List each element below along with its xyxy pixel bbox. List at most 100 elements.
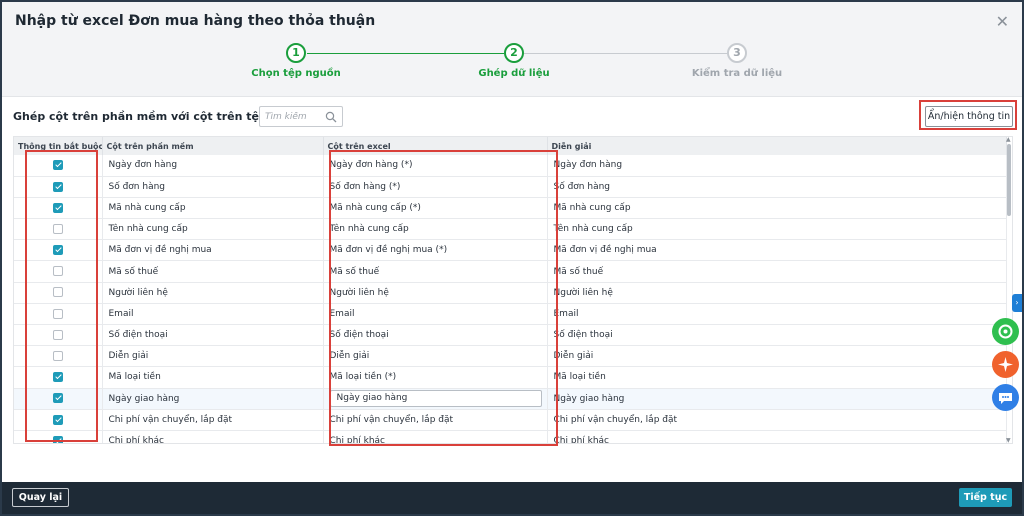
col-header-description: Diễn giải	[547, 137, 1007, 155]
description-cell: Mã loại tiền	[547, 366, 1007, 389]
step-number: 1	[286, 43, 306, 63]
description-cell: Diễn giải	[547, 345, 1007, 368]
required-cell	[14, 282, 103, 304]
software-column-cell: Số đơn hàng	[102, 176, 324, 198]
step-1: 1 Chọn tệp nguồn	[236, 40, 356, 79]
search-input[interactable]	[265, 109, 325, 124]
sparkle-ai-icon[interactable]	[992, 351, 1019, 378]
table-row[interactable]: Ngày giao hàng Ngày giao hàng Ngày giao hà…	[14, 388, 1007, 410]
table-row[interactable]: Mã số thuế Mã số thuế Mã số thuế	[14, 260, 1007, 283]
software-column-cell: Tên nhà cung cấp	[102, 218, 324, 241]
mapping-table: Thông tin bắt buộc Cột trên phần mềm Cột…	[13, 136, 1013, 444]
table-row[interactable]: Mã nhà cung cấp Mã nhà cung cấp (*) Mã nhà…	[14, 197, 1007, 220]
required-checkbox[interactable]	[52, 223, 63, 234]
excel-column-cell[interactable]: Chi phí khác	[323, 430, 548, 443]
software-column-cell: Chi phí vận chuyển, lắp đặt	[102, 409, 324, 431]
table-row[interactable]: Số điện thoại Số điện thoại Số điện thoại	[14, 324, 1007, 347]
excel-column-cell[interactable]: Mã loại tiền (*)	[323, 366, 548, 389]
excel-column-cell[interactable]: Ngày giao hàng	[323, 388, 548, 410]
step-label: Ghép dữ liệu	[478, 68, 550, 79]
description-cell: Số đơn hàng	[547, 176, 1007, 198]
excel-column-cell[interactable]: Mã số thuế	[323, 260, 548, 283]
software-column-cell: Diễn giải	[102, 345, 324, 368]
description-cell: Số điện thoại	[547, 324, 1007, 347]
required-cell	[14, 366, 103, 389]
required-checkbox[interactable]	[52, 266, 63, 277]
required-checkbox[interactable]	[52, 202, 63, 213]
required-checkbox[interactable]	[52, 372, 63, 383]
software-column-cell: Ngày đơn hàng	[102, 155, 324, 177]
description-cell: Mã đơn vị đề nghị mua	[547, 239, 1007, 262]
excel-column-cell[interactable]: Số điện thoại	[323, 324, 548, 347]
required-cell	[14, 324, 103, 347]
step-number: 3	[727, 43, 747, 63]
table-row[interactable]: Mã đơn vị đề nghị mua Mã đơn vị đề nghị m…	[14, 239, 1007, 262]
required-cell	[14, 260, 103, 283]
table-row[interactable]: Người liên hệ Người liên hệ Người liên hệ	[14, 282, 1007, 304]
step-label: Chọn tệp nguồn	[251, 68, 341, 79]
required-checkbox[interactable]	[52, 414, 63, 425]
expand-panel-icon[interactable]: ›	[1012, 294, 1022, 312]
excel-column-cell[interactable]: Ngày đơn hàng (*)	[323, 155, 548, 177]
excel-column-cell[interactable]: Chi phí vận chuyển, lắp đặt	[323, 409, 548, 431]
required-checkbox[interactable]	[52, 160, 63, 171]
table-row[interactable]: Chi phí khác Chi phí khác Chi phí khác	[14, 430, 1007, 443]
scroll-up-icon[interactable]: ▲	[1006, 136, 1011, 143]
description-cell: Tên nhà cung cấp	[547, 218, 1007, 241]
excel-column-cell[interactable]: Email	[323, 303, 548, 326]
required-checkbox[interactable]	[52, 245, 63, 256]
required-cell	[14, 239, 103, 262]
back-button[interactable]: Quay lại	[12, 488, 69, 507]
table-row[interactable]: Ngày đơn hàng Ngày đơn hàng (*) Ngày đơn h…	[14, 155, 1007, 177]
search-icon[interactable]	[325, 111, 337, 123]
table-row[interactable]: Email Email Email	[14, 303, 1007, 326]
excel-column-cell[interactable]: Diễn giải	[323, 345, 548, 368]
required-checkbox[interactable]	[52, 435, 63, 443]
required-checkbox[interactable]	[52, 181, 63, 192]
required-cell	[14, 176, 103, 198]
dialog-title: Nhập từ excel Đơn mua hàng theo thỏa thu…	[15, 13, 376, 29]
scroll-down-icon[interactable]: ▼	[1006, 437, 1011, 444]
dialog-header: Nhập từ excel Đơn mua hàng theo thỏa thu…	[2, 2, 1022, 97]
col-header-excel: Cột trên excel	[323, 137, 548, 155]
required-cell	[14, 155, 103, 177]
mapping-toolbar: Ghép cột trên phần mềm với cột trên tệp …	[2, 100, 1022, 132]
description-cell: Ngày đơn hàng	[547, 155, 1007, 177]
excel-column-cell[interactable]: Tên nhà cung cấp	[323, 218, 548, 241]
table-row[interactable]: Tên nhà cung cấp Tên nhà cung cấp Tên nhà …	[14, 218, 1007, 241]
required-cell	[14, 430, 103, 443]
software-column-cell: Mã nhà cung cấp	[102, 197, 324, 220]
scroll-thumb[interactable]	[1007, 144, 1011, 216]
next-button[interactable]: Tiếp tục	[959, 488, 1012, 507]
required-checkbox[interactable]	[52, 287, 63, 298]
excel-column-select[interactable]: Ngày giao hàng	[329, 390, 542, 408]
table-row[interactable]: Mã loại tiền Mã loại tiền (*) Mã loại tiền	[14, 366, 1007, 389]
software-column-cell: Số điện thoại	[102, 324, 324, 347]
message-icon[interactable]	[992, 384, 1019, 411]
required-cell	[14, 409, 103, 431]
required-checkbox[interactable]	[52, 393, 63, 404]
excel-column-cell[interactable]: Mã đơn vị đề nghị mua (*)	[323, 239, 548, 262]
description-cell: Mã số thuế	[547, 260, 1007, 283]
excel-column-cell[interactable]: Người liên hệ	[323, 282, 548, 304]
excel-column-cell[interactable]: Số đơn hàng (*)	[323, 176, 548, 198]
description-cell: Mã nhà cung cấp	[547, 197, 1007, 220]
required-checkbox[interactable]	[52, 351, 63, 362]
description-cell: Ngày giao hàng	[547, 388, 1007, 410]
step-number: 2	[504, 43, 524, 63]
toggle-info-button[interactable]: Ẩn/hiện thông tin	[925, 106, 1013, 127]
required-checkbox[interactable]	[52, 308, 63, 319]
table-row[interactable]: Chi phí vận chuyển, lắp đặt Chi phí vận c…	[14, 409, 1007, 431]
required-checkbox[interactable]	[52, 329, 63, 340]
import-dialog: Nhập từ excel Đơn mua hàng theo thỏa thu…	[2, 2, 1022, 514]
close-icon[interactable]: ✕	[996, 12, 1009, 31]
description-cell: Chi phí vận chuyển, lắp đặt	[547, 409, 1007, 431]
table-row[interactable]: Số đơn hàng Số đơn hàng (*) Số đơn hàng	[14, 176, 1007, 198]
chat-support-icon[interactable]	[992, 318, 1019, 345]
dialog-footer: Quay lại Tiếp tục	[2, 482, 1022, 514]
software-column-cell: Email	[102, 303, 324, 326]
table-row[interactable]: Diễn giải Diễn giải Diễn giải	[14, 345, 1007, 368]
software-column-cell: Người liên hệ	[102, 282, 324, 304]
description-cell: Chi phí khác	[547, 430, 1007, 443]
excel-column-cell[interactable]: Mã nhà cung cấp (*)	[323, 197, 548, 220]
